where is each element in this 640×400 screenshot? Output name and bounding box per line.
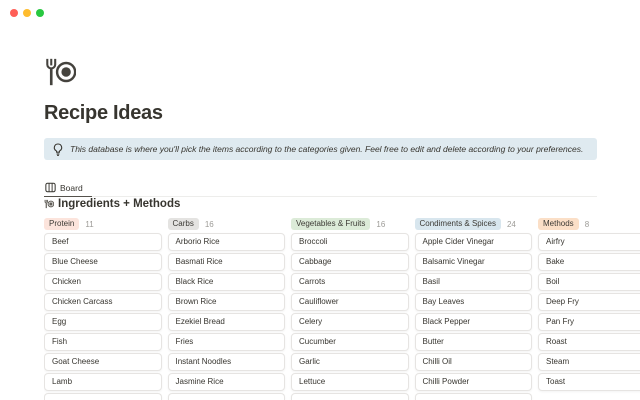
page-title[interactable]: Recipe Ideas: [44, 102, 163, 125]
board-card[interactable]: Garlic: [291, 353, 409, 371]
column-count: 11: [85, 220, 93, 229]
board-column: Methods 8 Airfry Bake Boil Deep Fry Pan Fry Roa…: [538, 216, 640, 400]
board-card[interactable]: Lettuce: [291, 373, 409, 391]
board-card[interactable]: Lamb: [44, 373, 162, 391]
board-column: Carbs 16 Arborio Rice Basmati Rice Black Ric…: [168, 216, 286, 400]
column-badge[interactable]: Methods: [538, 218, 579, 231]
board-card[interactable]: Cucumber: [291, 333, 409, 351]
column-badge[interactable]: Condiments & Spices: [415, 218, 501, 231]
board-card[interactable]: Black Pepper: [415, 313, 533, 331]
zoom-window-button[interactable]: [36, 9, 44, 17]
board-card[interactable]: Brown Rice: [168, 293, 286, 311]
board-card[interactable]: Cauliflower: [291, 293, 409, 311]
database-title[interactable]: Ingredients + Methods: [58, 198, 180, 210]
board-card-partial[interactable]: [415, 393, 533, 400]
board-card[interactable]: Balsamic Vinegar: [415, 253, 533, 271]
board-card[interactable]: Jasmine Rice: [168, 373, 286, 391]
board-card[interactable]: Chicken Carcass: [44, 293, 162, 311]
board-card[interactable]: Basmati Rice: [168, 253, 286, 271]
board-card[interactable]: Bake: [538, 253, 640, 271]
board-card[interactable]: Cabbage: [291, 253, 409, 271]
board-card[interactable]: Blue Cheese: [44, 253, 162, 271]
callout: This database is where you'll pick the i…: [44, 138, 597, 160]
board-column: Protein 11 Beef Blue Cheese Chicken Chicken C…: [44, 216, 162, 400]
board-card[interactable]: Chilli Powder: [415, 373, 533, 391]
board-card[interactable]: Chicken: [44, 273, 162, 291]
board-card-partial[interactable]: [291, 393, 409, 400]
board-card[interactable]: Goat Cheese: [44, 353, 162, 371]
column-header: Methods 8: [538, 216, 640, 232]
board-card[interactable]: Broccoli: [291, 233, 409, 251]
board-card[interactable]: Instant Noodles: [168, 353, 286, 371]
database-title-row: Ingredients + Methods: [44, 198, 180, 210]
board-card[interactable]: Airfry: [538, 233, 640, 251]
view-tabs-bar: Board: [44, 179, 597, 197]
board: Protein 11 Beef Blue Cheese Chicken Chicken C…: [44, 216, 640, 400]
board-card-partial[interactable]: [44, 393, 162, 400]
board-card[interactable]: Carrots: [291, 273, 409, 291]
board-card[interactable]: Egg: [44, 313, 162, 331]
close-window-button[interactable]: [10, 9, 18, 17]
board-card[interactable]: Fries: [168, 333, 286, 351]
column-badge[interactable]: Vegetables & Fruits: [291, 218, 370, 231]
lightbulb-icon: [53, 143, 63, 156]
fork-and-plate-mini-icon: [44, 199, 54, 209]
board-card[interactable]: Beef: [44, 233, 162, 251]
board-card[interactable]: Butter: [415, 333, 533, 351]
minimize-window-button[interactable]: [23, 9, 31, 17]
board-view-icon: [45, 182, 56, 193]
board-card[interactable]: Pan Fry: [538, 313, 640, 331]
board-card[interactable]: Basil: [415, 273, 533, 291]
board-card[interactable]: Roast: [538, 333, 640, 351]
column-count: 24: [507, 220, 516, 229]
board-card[interactable]: Ezekiel Bread: [168, 313, 286, 331]
column-count: 8: [585, 220, 589, 229]
column-count: 16: [205, 220, 214, 229]
board-card[interactable]: Steam: [538, 353, 640, 371]
board-card[interactable]: Chilli Oil: [415, 353, 533, 371]
window-controls: [10, 9, 44, 17]
board-column: Condiments & Spices 24 Apple Cider Vinegar…: [415, 216, 533, 400]
board-card[interactable]: Celery: [291, 313, 409, 331]
column-badge[interactable]: Carbs: [168, 218, 199, 231]
fork-and-plate-icon[interactable]: [44, 56, 76, 88]
board-card[interactable]: Toast: [538, 373, 640, 391]
board-card[interactable]: Black Rice: [168, 273, 286, 291]
board-card[interactable]: Boil: [538, 273, 640, 291]
board-card[interactable]: Bay Leaves: [415, 293, 533, 311]
callout-text[interactable]: This database is where you'll pick the i…: [70, 144, 583, 154]
board-card[interactable]: Arborio Rice: [168, 233, 286, 251]
board-column: Vegetables & Fruits 16 Broccoli Cabbage Carr…: [291, 216, 409, 400]
column-header: Protein 11: [44, 216, 162, 232]
tab-board-label: Board: [60, 183, 83, 193]
column-header: Condiments & Spices 24: [415, 216, 533, 232]
column-header: Carbs 16: [168, 216, 286, 232]
board-card-partial[interactable]: [168, 393, 286, 400]
column-count: 16: [376, 220, 385, 229]
board-card[interactable]: Apple Cider Vinegar: [415, 233, 533, 251]
column-header: Vegetables & Fruits 16: [291, 216, 409, 232]
column-badge[interactable]: Protein: [44, 218, 79, 231]
tab-board-view[interactable]: Board: [44, 179, 92, 197]
board-card[interactable]: Deep Fry: [538, 293, 640, 311]
board-card[interactable]: Fish: [44, 333, 162, 351]
